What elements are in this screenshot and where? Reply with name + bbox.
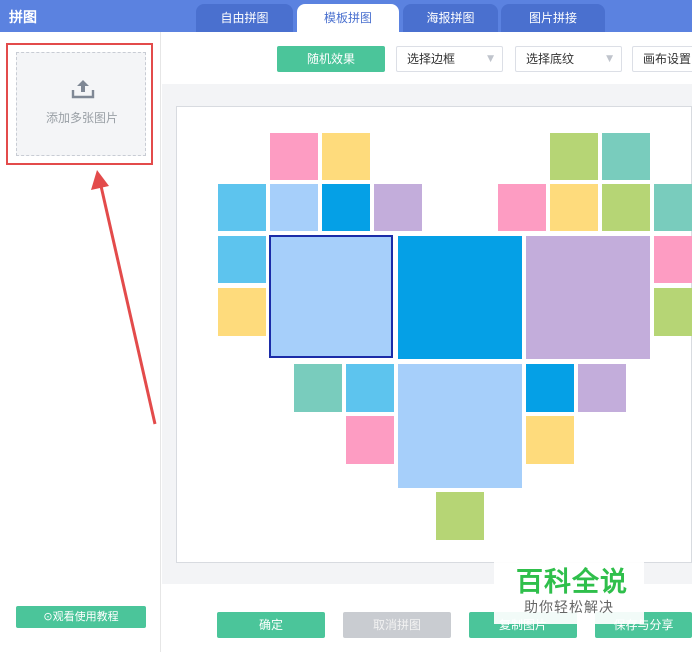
tab-free-collage[interactable]: 自由拼图 <box>196 4 293 32</box>
photo-slot[interactable] <box>322 133 370 180</box>
tab-poster-collage[interactable]: 海报拼图 <box>403 4 498 32</box>
watermark-brand: 百科全说 <box>516 567 628 598</box>
highlight-frame <box>6 43 153 165</box>
photo-slot[interactable] <box>654 184 692 231</box>
photo-slot[interactable] <box>654 236 692 283</box>
photo-slot[interactable] <box>218 236 266 283</box>
random-effect-button[interactable]: 随机效果 <box>277 46 385 72</box>
photo-slot[interactable] <box>498 184 546 231</box>
photo-slot[interactable] <box>526 364 574 412</box>
photo-slot[interactable] <box>374 184 422 231</box>
tutorial-button[interactable]: ⊙观看使用教程 <box>16 606 146 628</box>
watermark: 百科全说 助你轻松解决 <box>494 556 644 624</box>
photo-slot[interactable] <box>218 184 266 231</box>
photo-slot[interactable] <box>294 364 342 412</box>
photo-slot[interactable] <box>346 416 394 464</box>
photo-slot[interactable] <box>218 288 266 336</box>
photo-slot[interactable] <box>270 133 318 180</box>
texture-select-value: 选择底纹 <box>526 52 575 66</box>
watermark-slogan: 助你轻松解决 <box>524 600 614 616</box>
app-header: 拼图 自由拼图 模板拼图 海报拼图 图片拼接 <box>0 0 692 32</box>
border-select-value: 选择边框 <box>407 52 456 66</box>
photo-slot[interactable] <box>398 236 522 359</box>
photo-slot[interactable] <box>398 364 522 488</box>
photo-slot[interactable] <box>550 133 598 180</box>
photo-slot-selected[interactable] <box>269 235 393 358</box>
canvas-settings-label: 画布设置 <box>643 52 692 66</box>
tab-image-stitch[interactable]: 图片拼接 <box>501 4 605 32</box>
photo-slot[interactable] <box>322 184 370 231</box>
border-select[interactable]: 选择边框 ▼ <box>396 46 503 72</box>
cancel-collage-button[interactable]: 取消拼图 <box>343 612 451 638</box>
confirm-button[interactable]: 确定 <box>217 612 325 638</box>
chevron-down-icon: ▼ <box>487 54 494 64</box>
photo-slot[interactable] <box>270 184 318 231</box>
photo-slot[interactable] <box>550 184 598 231</box>
photo-slot[interactable] <box>526 416 574 464</box>
photo-slot[interactable] <box>346 364 394 412</box>
canvas-settings-button[interactable]: 画布设置 <box>632 46 692 72</box>
texture-select[interactable]: 选择底纹 ▼ <box>515 46 622 72</box>
chevron-down-icon: ▼ <box>606 54 613 64</box>
app-title: 拼图 <box>9 10 37 26</box>
photo-slot[interactable] <box>602 133 650 180</box>
photo-slot[interactable] <box>602 184 650 231</box>
tab-template-collage[interactable]: 模板拼图 <box>297 4 399 32</box>
photo-slot[interactable] <box>436 492 484 540</box>
photo-slot[interactable] <box>526 236 650 359</box>
photo-slot[interactable] <box>578 364 626 412</box>
photo-slot[interactable] <box>654 288 692 336</box>
